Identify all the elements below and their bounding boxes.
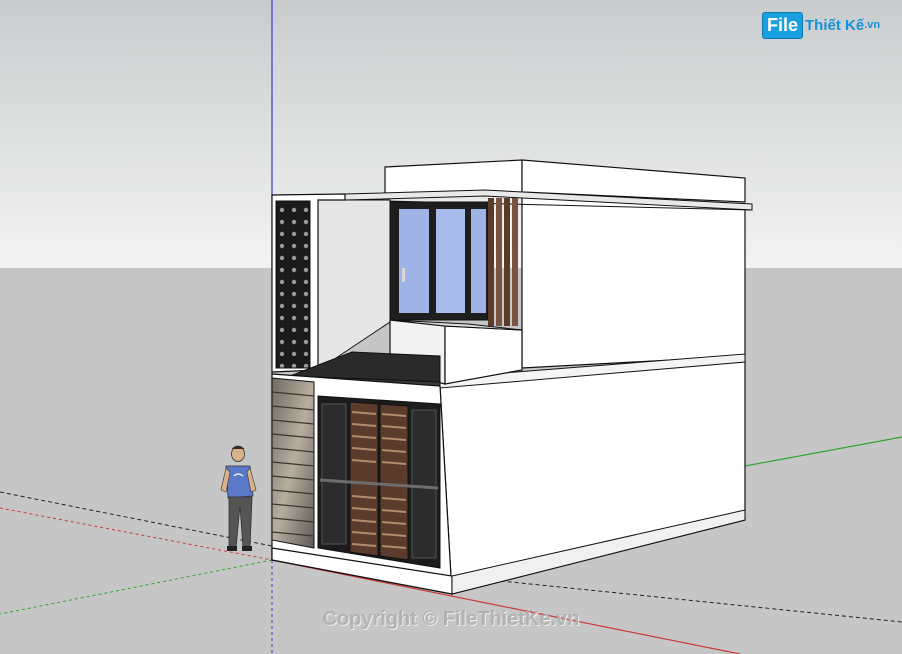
wood-slat — [496, 198, 502, 326]
window-glass-left — [399, 209, 429, 313]
wood-slat — [504, 198, 510, 326]
wood-slat — [488, 198, 494, 326]
copyright-watermark: Copyright © FileThietKe.vn — [322, 608, 580, 630]
window-glass-middle — [436, 209, 465, 313]
window-glass-right — [471, 209, 486, 313]
logo-domain-text: .vn — [864, 19, 881, 31]
window-handle — [402, 268, 405, 282]
decorative-lattice-screen[interactable] — [275, 200, 311, 369]
filethietke-logo: File Thiết Kế .vn — [762, 10, 880, 40]
wood-slat — [512, 198, 518, 326]
side-wall-upper-floor[interactable] — [521, 194, 746, 369]
logo-file-text: File — [762, 11, 804, 39]
logo-thietke-text: Thiết Kế — [805, 16, 865, 34]
sketchup-viewport[interactable] — [0, 0, 902, 654]
